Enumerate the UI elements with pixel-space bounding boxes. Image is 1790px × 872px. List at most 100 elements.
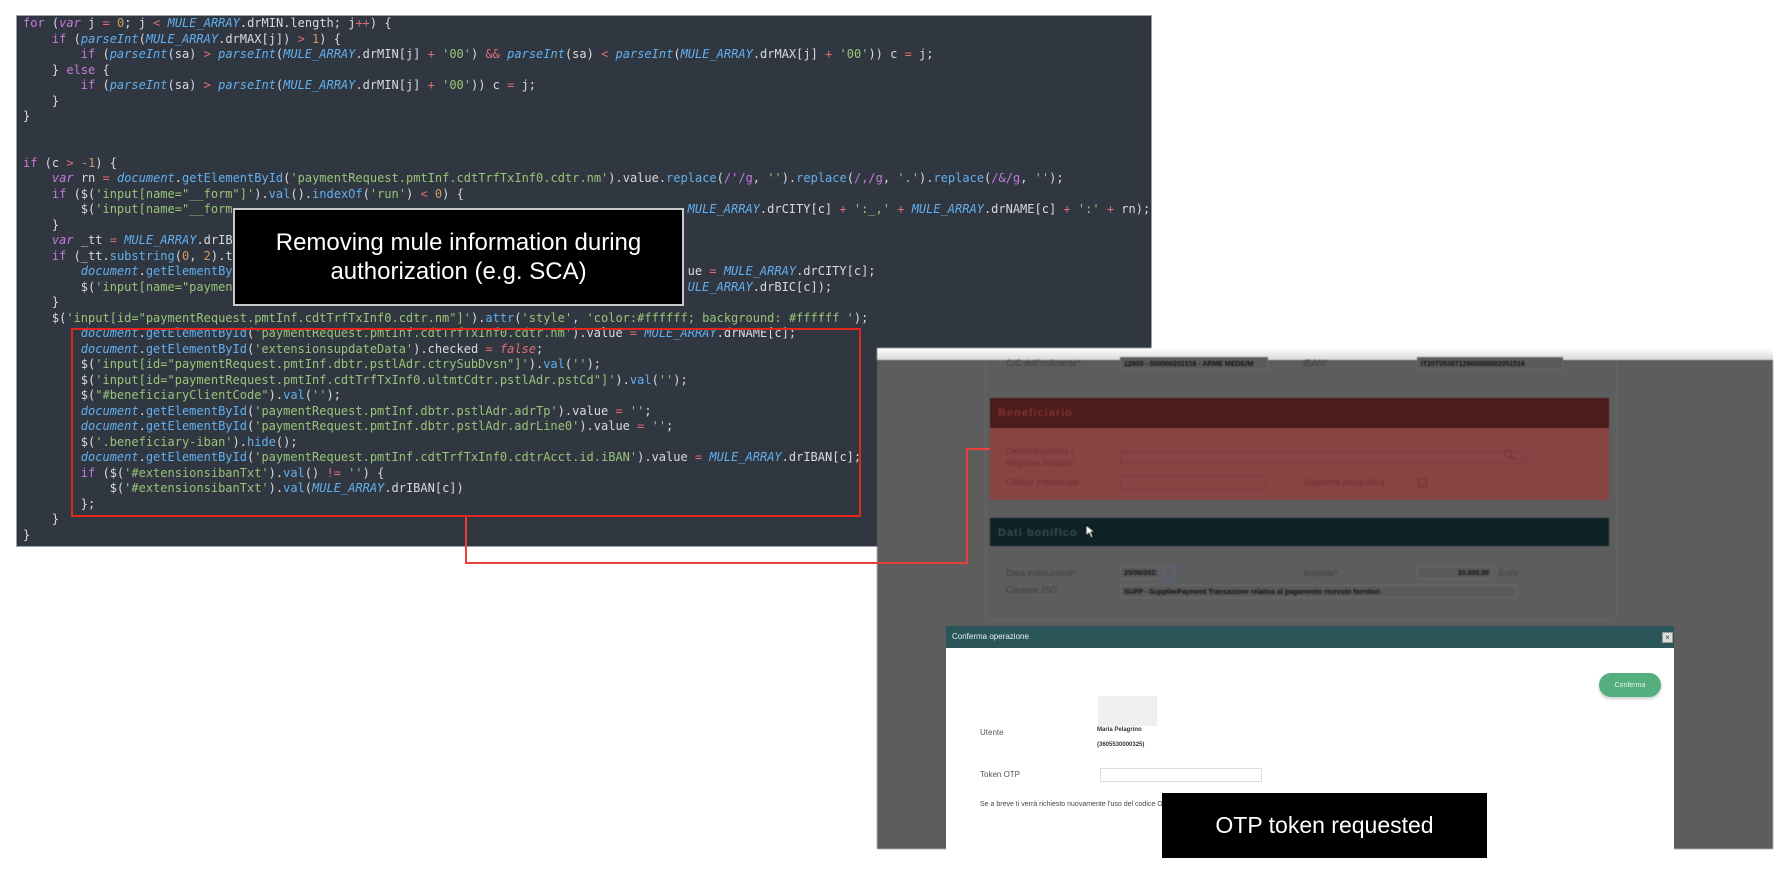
code-token: parseInt — [218, 78, 276, 92]
code-token: /'/g — [723, 171, 753, 185]
code-token: 0 — [434, 186, 443, 201]
code-line: $('input[id="paymentRequest.pmtInf.cdtTr… — [23, 310, 869, 325]
causale-label: Causale ISO — [1006, 585, 1058, 595]
code-token: parseInt — [507, 47, 565, 61]
code-token: = — [904, 47, 912, 61]
code-token: < — [420, 186, 428, 201]
causale-select[interactable]: SUPP - SupplierPayment Transazione relat… — [1120, 585, 1517, 598]
code-token: '00' — [839, 47, 869, 61]
iban-label: IBAN* — [1303, 358, 1328, 368]
user-name: Maria Pelagrino — [1097, 727, 1142, 733]
code-token: getElementBy — [145, 264, 233, 278]
code-token: = — [109, 233, 117, 247]
dati-bonifico-title: Dati bonifico — [998, 527, 1078, 539]
code-token: if — [51, 186, 67, 201]
code-line: for (var j = 0; j < MULE_ARRAY.drMIN.len… — [23, 16, 392, 30]
importo-input[interactable]: 20.000,00 — [1417, 566, 1493, 579]
code-token: if — [80, 78, 96, 92]
code-token: + — [1106, 202, 1115, 216]
code-line: } — [23, 93, 60, 108]
code-token: = — [709, 264, 717, 278]
code-token: < — [153, 16, 161, 30]
code-token: document — [116, 171, 175, 185]
calendar-icon[interactable] — [1163, 566, 1175, 580]
code-token: MULE_ARRAY — [680, 47, 753, 61]
dati-bonifico-header: Dati bonifico — [990, 518, 1609, 546]
code-token: var — [51, 171, 74, 185]
code-token: 'color:#ffffff; background: #ffffff ' — [586, 310, 854, 325]
code-token: '.' — [897, 171, 920, 185]
user-avatar — [1098, 696, 1157, 726]
code-token: indexOf — [312, 186, 363, 201]
mouse-cursor-icon — [1085, 524, 1095, 539]
code-token: = — [102, 16, 110, 30]
code-token: + — [839, 202, 847, 216]
code-token: 0 — [181, 248, 190, 263]
otp-label: Token OTP — [980, 770, 1021, 779]
otp-input[interactable] — [1100, 768, 1262, 782]
codice-label: Codice individuale — [1006, 477, 1080, 487]
code-caption: Removing mule information during authori… — [233, 208, 684, 306]
code-token: if — [23, 155, 38, 170]
code-token: getElementById — [182, 171, 284, 185]
confirm-button[interactable]: Conferma — [1599, 673, 1661, 697]
code-token: parseInt — [218, 47, 276, 61]
code-token: > — [203, 47, 211, 61]
close-icon[interactable]: × — [1662, 632, 1673, 643]
code-token: = — [102, 171, 110, 185]
code-token: 1 — [312, 31, 320, 46]
user-label: Utente — [980, 728, 1004, 737]
code-token: replace — [933, 171, 985, 185]
cc-select[interactable]: 12900 - 000000201516 - ARME MEDIUM — [1120, 357, 1268, 370]
code-token: parseInt — [80, 31, 139, 46]
data-esecuzione-input[interactable]: 25/06/2021 — [1120, 566, 1158, 579]
code-token: parseInt — [109, 78, 168, 92]
code-token: val — [268, 186, 291, 201]
code-line: if (parseInt(MULE_ARRAY.drMAX[j]) > 1) { — [51, 31, 341, 46]
code-token: parseInt — [615, 47, 674, 61]
code-token: parseInt — [109, 47, 168, 61]
iban-field[interactable]: IT20T0538712900000002051516 — [1417, 357, 1563, 370]
code-token: var — [59, 16, 81, 30]
codice-input[interactable] — [1120, 476, 1267, 489]
code-token: document — [80, 264, 139, 278]
code-token: + — [427, 47, 435, 61]
code-line: } — [23, 109, 31, 123]
aggiorna-label: Aggiorna anagrafica — [1304, 477, 1385, 487]
code-token: var — [51, 233, 74, 247]
user-id: (3605530000325) — [1097, 742, 1145, 748]
otp-note: Se a breve ti verrà richiesto nuovamente… — [980, 801, 1167, 808]
code-token: '00' — [442, 47, 471, 61]
cc-label: C/C dell'ordinante* — [1006, 358, 1081, 368]
code-line: if ($('input[name="__form"]').val().inde… — [51, 186, 464, 201]
search-icon[interactable]: 🔍︎ — [1503, 449, 1517, 462]
code-token: 'paymentRequest.pmtInf.cdtTrfTxInf0.cdtr… — [290, 171, 609, 185]
code-token: MULE_ARRAY — [283, 47, 356, 61]
code-token: '00' — [442, 78, 471, 92]
code-token: + — [427, 78, 435, 92]
code-line-tail: ue = MULE_ARRAY.drCITY[c]; — [687, 264, 876, 278]
code-token: 'input[name="__form"]' — [95, 186, 255, 201]
code-token: MULE_ARRAY — [911, 202, 984, 216]
code-token: /,/g — [853, 171, 883, 185]
code-token: '' — [767, 171, 782, 185]
denominazione-input[interactable] — [1120, 451, 1526, 464]
beneficiario-header: Beneficiario — [990, 398, 1609, 428]
code-token: ULE_ARRAY — [687, 279, 753, 294]
data-esecuzione-label: Data esecuzione* — [1006, 568, 1077, 578]
modal-header: Conferma operazione × — [946, 626, 1674, 648]
code-token: MULE_ARRAY — [145, 31, 219, 46]
code-token: ++ — [355, 16, 370, 30]
modal-title: Conferma operazione — [952, 632, 1029, 641]
code-token: 'input[id="paymentRequest.pmtInf.cdtTrfT… — [66, 310, 471, 325]
aggiorna-checkbox[interactable] — [1418, 478, 1427, 487]
code-token: ':_,' — [853, 202, 890, 216]
code-line-head: if (_tt.substring(0, 2).t — [51, 248, 233, 263]
code-token: > — [66, 155, 74, 170]
code-token: '' — [1034, 171, 1050, 185]
code-token: for — [23, 16, 45, 30]
code-token: if — [80, 47, 96, 61]
code-token: MULE_ARRAY — [167, 16, 240, 30]
